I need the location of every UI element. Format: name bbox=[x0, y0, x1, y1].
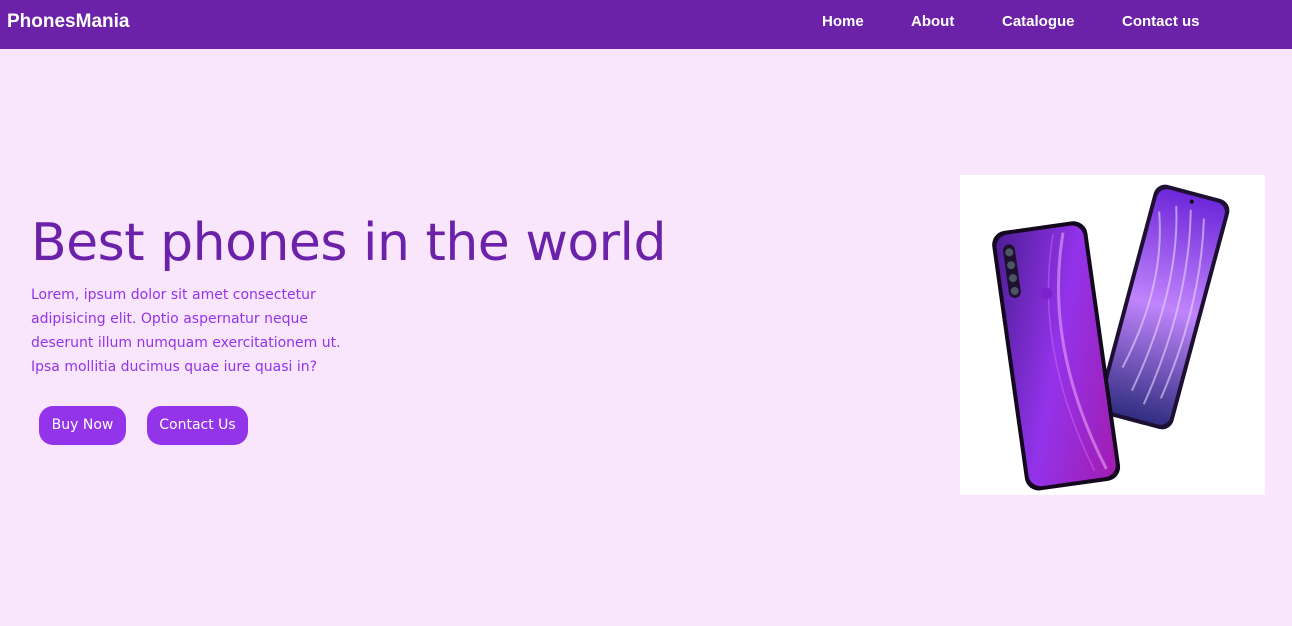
hero-description: Lorem, ipsum dolor sit amet consectetur … bbox=[31, 287, 341, 375]
nav-link-catalogue[interactable]: Catalogue bbox=[1002, 13, 1075, 31]
brand-logo[interactable]: PhonesMania bbox=[7, 11, 129, 33]
buy-now-button[interactable]: Buy Now bbox=[39, 406, 126, 445]
phone-back-side bbox=[992, 221, 1121, 491]
contact-us-button[interactable]: Contact Us bbox=[147, 406, 248, 445]
nav-link-about[interactable]: About bbox=[911, 13, 954, 31]
nav-link-contact-us[interactable]: Contact us bbox=[1122, 13, 1200, 31]
phone-screen-side bbox=[1097, 184, 1230, 430]
navbar: PhonesMania Home About Catalogue Contact… bbox=[0, 0, 1292, 49]
hero-title: Best phones in the world bbox=[31, 213, 667, 273]
phones-illustration bbox=[992, 184, 1230, 491]
smartphones-image bbox=[960, 175, 1265, 495]
nav-link-home[interactable]: Home bbox=[822, 13, 864, 31]
